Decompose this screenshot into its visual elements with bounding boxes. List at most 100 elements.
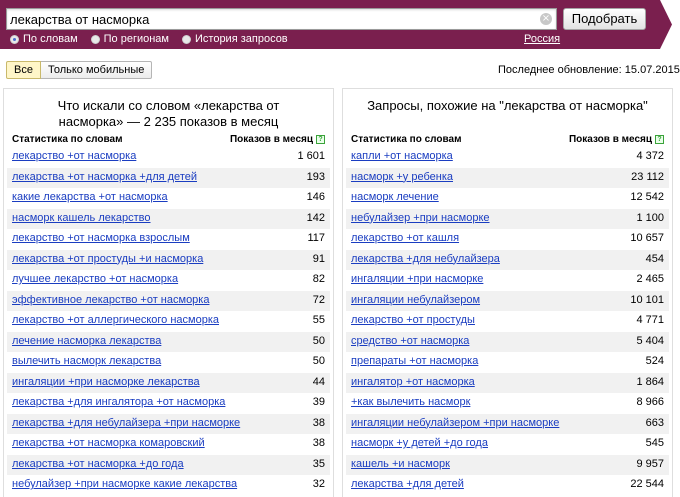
table-row: ингаляции +при насморке 2 465 [346,270,669,291]
shows-count: 10 101 [630,293,664,306]
shows-count: 5 404 [636,334,664,347]
query-link[interactable]: ингаляции небулайзером [351,294,480,306]
query-link[interactable]: насморк +у ребенка [351,171,453,183]
query-link[interactable]: ингаляции небулайзером +при насморке [351,417,559,429]
table-row: эффективное лекарство +от насморка 72 [7,290,330,311]
query-link[interactable]: ингалятор +от насморка [351,376,475,388]
clear-icon[interactable]: × [540,13,552,25]
table-row: лекарства +от насморка +до года 35 [7,454,330,475]
search-input[interactable] [10,11,530,27]
help-icon[interactable]: ? [655,135,664,144]
mode-history-radio[interactable]: История запросов [182,33,288,45]
table-row: кашель +и насморк 9 957 [346,454,669,475]
table-row: лечение насморка лекарства 50 [7,331,330,352]
radio-dot-icon [182,34,191,44]
query-link[interactable]: лекарство +от аллергического насморка [12,314,219,326]
shows-count: 1 100 [636,211,664,224]
shows-count: 91 [312,252,325,265]
help-icon[interactable]: ? [316,135,325,144]
words-panel: Что искали со словом «лекарства от насмо… [3,88,334,497]
shows-count: 117 [307,232,325,244]
table-row: вылечить насморк лекарства 50 [7,352,330,373]
query-link[interactable]: ингаляции +при насморке [351,273,483,285]
shows-count: 10 657 [630,232,664,244]
query-link[interactable]: насморк кашель лекарство [12,212,151,224]
mode-by-regions-radio[interactable]: По регионам [90,33,169,45]
shows-count: 4 372 [636,150,664,162]
shows-count: 32 [312,478,325,490]
query-link[interactable]: средство +от насморка [351,335,469,347]
table-row: лекарства +от насморка комаровский 38 [7,434,330,455]
query-link[interactable]: лекарство +от простуды [351,314,475,326]
query-link[interactable]: лекарства +от простуды +и насморка [12,253,203,265]
query-link[interactable]: лекарство +от насморка [12,150,136,162]
query-link[interactable]: ингаляции +при насморке лекарства [12,376,200,388]
column-headers: Статистика по словам Показов в месяц ? [351,133,664,147]
panel-title: Запросы, похожие на "лекарства от насмор… [367,98,648,113]
shows-count: 193 [306,170,325,183]
shows-count: 12 542 [630,191,664,203]
col-words-header: Статистика по словам [12,134,123,145]
query-link[interactable]: лечение насморка лекарства [12,335,161,347]
table-row: небулайзер +при насморке какие лекарства… [7,475,330,496]
table-row: ингаляции +при насморке лекарства 44 [7,372,330,393]
mode-by-words-radio[interactable]: По словам [10,33,78,45]
table-row: лекарства +для небулайзера +при насморке… [7,413,330,434]
query-link[interactable]: лекарство +от насморка взрослым [12,232,190,244]
table-row: препараты +от насморка 524 [346,352,669,373]
table-row: насморк +у детей +до года 545 [346,434,669,455]
similar-queries-table: капли +от насморка 4 372 насморк +у ребенк… [346,147,669,496]
query-link[interactable]: какие лекарства +от насморка [12,191,168,203]
table-row: какие лекарства +от насморка 146 [7,188,330,209]
radio-dot-icon [90,34,100,44]
query-link[interactable]: лекарства +для небулайзера [351,253,500,265]
filter-mobile-button[interactable]: Только мобильные [40,61,153,79]
table-row: ингаляции небулайзером 10 101 [346,290,669,311]
submit-button[interactable]: Подобрать [563,8,646,30]
shows-count: 35 [312,457,325,470]
query-link[interactable]: +как вылечить насморк [351,396,470,408]
query-link[interactable]: насморк лечение [351,191,439,203]
shows-count: 142 [306,211,325,224]
query-link[interactable]: небулайзер +при насморке [351,212,490,224]
query-link[interactable]: насморк +у детей +до года [351,437,488,449]
region-link[interactable]: Россия [524,33,560,45]
query-link[interactable]: небулайзер +при насморке какие лекарства [12,478,237,490]
query-link[interactable]: вылечить насморк лекарства [12,355,161,367]
table-row: лекарство +от кашля 10 657 [346,229,669,250]
shows-count: 524 [645,355,664,367]
shows-count: 50 [312,334,325,347]
query-link[interactable]: лекарство +от кашля [351,232,459,244]
shows-count: 39 [312,396,325,408]
table-row: лекарства +от простуды +и насморка 91 [7,249,330,270]
query-link[interactable]: лекарства +от насморка +для детей [12,171,197,183]
table-row: ингаляции небулайзером +при насморке 663 [346,413,669,434]
search-header: × Подобрать По словам По регионам Истори… [0,0,680,49]
table-row: лекарство +от аллергического насморка 55 [7,311,330,332]
shows-count: 545 [645,437,664,449]
table-row: лекарства +для ингалятора +от насморка 39 [7,393,330,414]
query-link[interactable]: кашель +и насморк [351,458,450,470]
last-update-text: Последнее обновление: 15.07.2015 [498,64,680,76]
shows-count: 38 [312,416,325,429]
query-link[interactable]: эффективное лекарство +от насморка [12,294,209,306]
query-link[interactable]: лучшее лекарство +от насморка [12,273,178,285]
panel-title-line2: насморка» — 2 235 показов в месяц [58,114,279,129]
filter-all-button[interactable]: Все [6,61,41,79]
search-box[interactable]: × [6,8,557,30]
query-link[interactable]: лекарства +для небулайзера +при насморке [12,417,240,429]
table-row: лекарство +от простуды 4 771 [346,311,669,332]
shows-count: 4 771 [636,314,664,326]
table-row: насморк кашель лекарство 142 [7,208,330,229]
query-link[interactable]: капли +от насморка [351,150,453,162]
query-link[interactable]: лекарства +для детей [351,478,464,490]
words-table: лекарство +от насморка 1 601 лекарства +от… [7,147,330,496]
query-link[interactable]: лекарства +для ингалятора +от насморка [12,396,225,408]
query-link[interactable]: препараты +от насморка [351,355,478,367]
column-headers: Статистика по словам Показов в месяц ? [12,133,325,147]
col-shows-header: Показов в месяц ? [230,134,325,145]
shows-count: 44 [312,375,325,388]
similar-queries-panel: Запросы, похожие на "лекарства от насмор… [342,88,673,497]
query-link[interactable]: лекарства +от насморка комаровский [12,437,205,449]
query-link[interactable]: лекарства +от насморка +до года [12,458,184,470]
